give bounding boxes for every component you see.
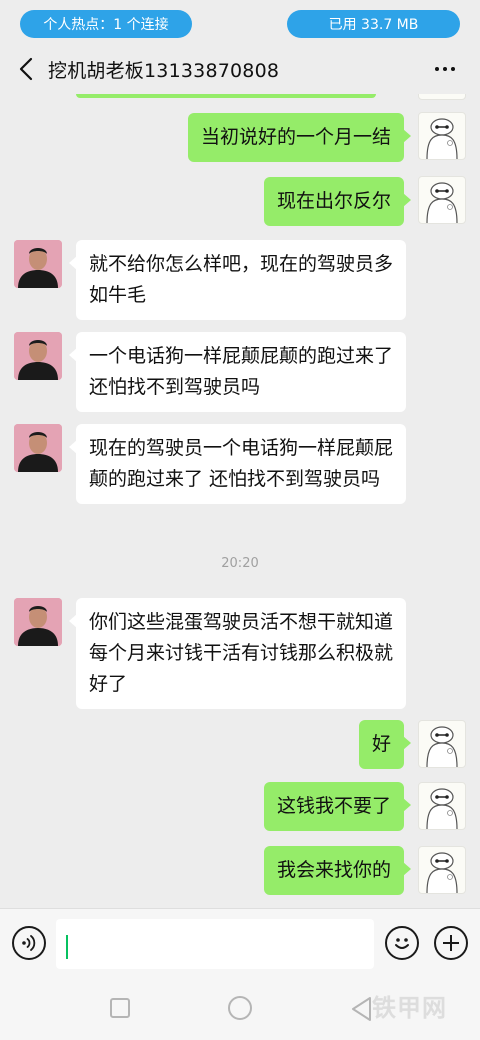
hotspot-status-text: 个人热点：1 个连接 bbox=[43, 17, 169, 33]
sent-message-bubble[interactable]: 好 bbox=[358, 720, 412, 769]
robot-avatar-icon bbox=[426, 182, 458, 223]
person-avatar-icon bbox=[14, 332, 62, 380]
message-text: 一个电话狗一样屁颠屁颠的跑过来了 还怕找不到驾驶员吗 bbox=[89, 345, 394, 398]
sent-message-bubble[interactable]: 现在出尔反尔 bbox=[263, 177, 412, 226]
message-text: 你们这些混蛋驾驶员活不想干就知道每个月来讨钱干活有讨钱那么积极就好了 bbox=[89, 611, 394, 695]
text-cursor bbox=[66, 935, 68, 959]
watermark-logo: 铁甲网 bbox=[372, 994, 447, 1022]
voice-icon bbox=[22, 935, 36, 951]
message-timestamp: 20:20 bbox=[221, 556, 259, 571]
voice-input-button[interactable] bbox=[12, 926, 46, 960]
chat-title: 挖机胡老板13133870808 bbox=[48, 60, 280, 82]
received-message-bubble[interactable]: 现在的驾驶员一个电话狗一样屁颠屁颠的跑过来了 还怕找不到驾驶员吗 bbox=[69, 424, 406, 504]
chevron-left-icon bbox=[19, 57, 33, 81]
robot-avatar-icon bbox=[426, 852, 458, 893]
square-icon[interactable] bbox=[110, 998, 130, 1018]
contact-avatar[interactable] bbox=[14, 598, 62, 646]
plus-icon bbox=[443, 935, 459, 951]
emoji-button[interactable] bbox=[385, 926, 419, 960]
data-usage-text: 已用 33.7 MB bbox=[328, 17, 419, 33]
robot-avatar-icon bbox=[426, 788, 458, 829]
more-options-button[interactable] bbox=[430, 54, 460, 84]
person-avatar-icon bbox=[14, 598, 62, 646]
hotspot-status-pill[interactable]: 个人热点：1 个连接 bbox=[20, 10, 192, 38]
robot-avatar-icon bbox=[426, 118, 458, 159]
message-text: 现在出尔反尔 bbox=[276, 190, 391, 212]
contact-avatar[interactable] bbox=[14, 332, 62, 380]
my-avatar[interactable] bbox=[418, 846, 466, 894]
more-dots-icon bbox=[433, 67, 457, 71]
message-input-bar bbox=[0, 908, 480, 978]
emoji-icon bbox=[395, 938, 409, 949]
data-usage-pill[interactable]: 已用 33.7 MB bbox=[287, 10, 460, 38]
received-message-bubble[interactable]: 就不给你怎么样吧，现在的驾驶员多如牛毛 bbox=[69, 240, 406, 320]
triangle-back-icon[interactable] bbox=[350, 996, 374, 1022]
sent-message-bubble[interactable]: 当初说好的一个月一结 bbox=[187, 113, 412, 162]
message-text: 我会来找你的 bbox=[276, 859, 391, 881]
partial-avatar bbox=[418, 94, 466, 100]
my-avatar[interactable] bbox=[418, 782, 466, 830]
back-button[interactable] bbox=[12, 54, 40, 84]
status-bar: 个人热点：1 个连接 已用 33.7 MB bbox=[0, 0, 480, 48]
sent-message-bubble[interactable]: 我会来找你的 bbox=[263, 846, 412, 895]
sent-message-bubble[interactable]: 这钱我不要了 bbox=[263, 782, 412, 831]
circle-icon[interactable] bbox=[228, 996, 252, 1020]
message-text: 就不给你怎么样吧，现在的驾驶员多如牛毛 bbox=[89, 253, 394, 306]
message-text: 这钱我不要了 bbox=[276, 795, 391, 817]
received-message-bubble[interactable]: 一个电话狗一样屁颠屁颠的跑过来了 还怕找不到驾驶员吗 bbox=[69, 332, 406, 412]
message-text: 当初说好的一个月一结 bbox=[200, 126, 391, 148]
chat-message-list[interactable]: 当初说好的一个月一结 现在出尔反尔 就不给你怎么样吧，现在的驾驶员多如牛毛 一个… bbox=[0, 94, 480, 908]
message-text: 好 bbox=[371, 733, 391, 755]
my-avatar[interactable] bbox=[418, 176, 466, 224]
received-message-bubble[interactable]: 你们这些混蛋驾驶员活不想干就知道每个月来讨钱干活有讨钱那么积极就好了 bbox=[69, 598, 406, 709]
person-avatar-icon bbox=[14, 240, 62, 288]
contact-avatar[interactable] bbox=[14, 424, 62, 472]
robot-avatar-icon bbox=[426, 726, 458, 767]
message-text-input[interactable] bbox=[56, 919, 374, 969]
chat-header: 挖机胡老板13133870808 bbox=[0, 44, 480, 94]
message-text: 现在的驾驶员一个电话狗一样屁颠屁颠的跑过来了 还怕找不到驾驶员吗 bbox=[89, 437, 394, 490]
person-avatar-icon bbox=[14, 424, 62, 472]
more-functions-button[interactable] bbox=[434, 926, 468, 960]
partial-message-bubble bbox=[76, 94, 376, 98]
contact-avatar[interactable] bbox=[14, 240, 62, 288]
my-avatar[interactable] bbox=[418, 720, 466, 768]
my-avatar[interactable] bbox=[418, 112, 466, 160]
